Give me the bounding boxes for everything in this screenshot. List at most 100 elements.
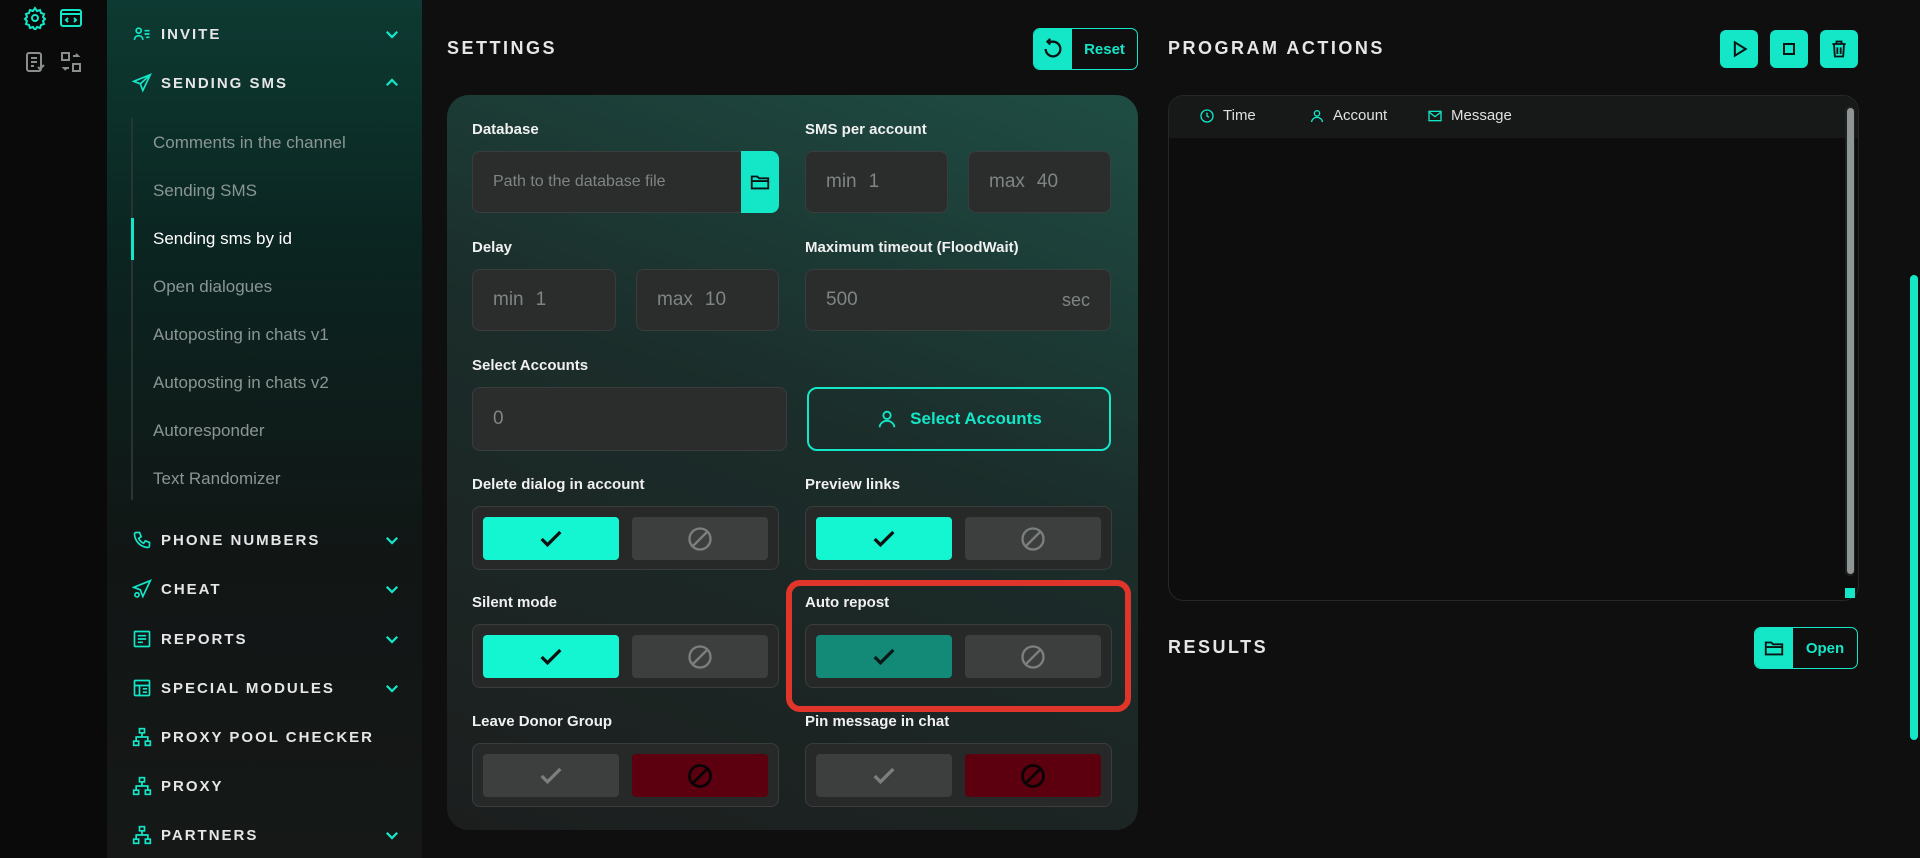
- open-results-label: Open: [1805, 639, 1845, 657]
- ban-icon: [1021, 526, 1045, 551]
- pin-message-off-button[interactable]: [965, 754, 1101, 797]
- sidebar-item-open-dialogues[interactable]: Open dialogues: [153, 273, 272, 301]
- checklist-icon[interactable]: [22, 49, 48, 75]
- play-icon: [1733, 40, 1748, 58]
- chevron-down-icon[interactable]: [383, 25, 401, 43]
- folder-icon: [1755, 628, 1793, 668]
- leave-donor-off-button[interactable]: [632, 754, 768, 797]
- sidebar-section-label: PHONE NUMBERS: [161, 531, 321, 549]
- sms-min-input[interactable]: min 1: [805, 151, 948, 213]
- sidebar-item-autoresponder[interactable]: Autoresponder: [153, 417, 265, 445]
- sidebar-section-cheat[interactable]: CHEAT: [131, 574, 401, 604]
- check-icon: [540, 767, 562, 784]
- column-time[interactable]: Time: [1199, 107, 1256, 124]
- sidebar-item-text-randomizer[interactable]: Text Randomizer: [153, 465, 281, 493]
- swap-icon[interactable]: [58, 49, 84, 75]
- network-icon: [131, 726, 153, 748]
- selected-accounts-value: 0: [493, 408, 504, 429]
- modules-icon: [131, 677, 153, 699]
- program-actions-log[interactable]: Time Account Message: [1168, 95, 1859, 601]
- preview-links-on-button[interactable]: [816, 517, 952, 560]
- sidebar-section-label: SENDING SMS: [161, 74, 289, 92]
- chevron-down-icon[interactable]: [383, 580, 401, 598]
- chevron-down-icon[interactable]: [383, 826, 401, 844]
- delete-dialog-toggle: [472, 506, 779, 570]
- delete-dialog-label: Delete dialog in account: [472, 476, 645, 493]
- user-icon: [1311, 109, 1323, 122]
- leave-donor-toggle: [472, 743, 779, 807]
- settings-gear-icon[interactable]: [22, 5, 48, 31]
- sidebar-item-comments-channel[interactable]: Comments in the channel: [153, 129, 346, 157]
- sidebar-section-label: CHEAT: [161, 580, 222, 598]
- program-actions-title: PROGRAM ACTIONS: [1168, 38, 1385, 58]
- database-label: Database: [472, 121, 539, 138]
- silent-mode-off-button[interactable]: [632, 635, 768, 678]
- sidebar-section-label: REPORTS: [161, 630, 248, 648]
- resize-handle[interactable]: [1845, 588, 1855, 598]
- code-window-icon[interactable]: [58, 5, 84, 31]
- sidebar-section-phone-numbers[interactable]: PHONE NUMBERS: [131, 525, 401, 555]
- paper-plane-icon: [131, 72, 153, 94]
- report-icon: [131, 628, 153, 650]
- stop-button[interactable]: [1770, 30, 1808, 68]
- clock-icon: [1200, 108, 1214, 123]
- leave-donor-on-button[interactable]: [483, 754, 619, 797]
- max-prefix: max: [657, 289, 693, 310]
- start-button[interactable]: [1720, 30, 1758, 68]
- pin-message-label: Pin message in chat: [805, 713, 950, 730]
- column-account[interactable]: Account: [1309, 107, 1387, 124]
- sidebar-section-sending-sms[interactable]: SENDING SMS: [131, 68, 401, 98]
- sidebar-item-autoposting-v1[interactable]: Autoposting in chats v1: [153, 321, 329, 349]
- log-table-header: Time Account Message: [1169, 96, 1858, 138]
- sidebar-section-proxy-pool-checker[interactable]: PROXY POOL CHECKER: [131, 722, 401, 752]
- column-message[interactable]: Message: [1427, 107, 1512, 124]
- preview-links-off-button[interactable]: [965, 517, 1101, 560]
- chevron-down-icon[interactable]: [383, 630, 401, 648]
- silent-mode-on-button[interactable]: [483, 635, 619, 678]
- max-timeout-input[interactable]: 500 sec: [805, 269, 1111, 331]
- max-timeout-value: 500: [826, 289, 858, 310]
- open-results-button[interactable]: Open: [1754, 627, 1858, 669]
- phone-icon: [131, 529, 153, 551]
- delay-min-input[interactable]: min 1: [472, 269, 616, 331]
- sidebar-section-proxy[interactable]: PROXY: [131, 771, 401, 801]
- column-time-label: Time: [1223, 107, 1256, 124]
- mail-icon: [1428, 110, 1442, 121]
- reset-button[interactable]: Reset: [1033, 28, 1138, 70]
- column-message-label: Message: [1451, 107, 1512, 124]
- plane-gear-icon: [131, 578, 153, 600]
- sidebar-item-sending-sms-by-id[interactable]: Sending sms by id: [153, 225, 292, 253]
- log-scrollbar-thumb[interactable]: [1847, 108, 1854, 574]
- chevron-up-icon[interactable]: [383, 74, 401, 92]
- min-prefix: min: [826, 171, 857, 192]
- sidebar: INVITE SENDING SMS Comments in the chann…: [107, 0, 422, 858]
- ban-icon: [688, 644, 712, 669]
- preview-links-label: Preview links: [805, 476, 901, 493]
- check-icon: [873, 767, 895, 784]
- sidebar-section-partners[interactable]: PARTNERS: [131, 820, 401, 850]
- chevron-down-icon[interactable]: [383, 679, 401, 697]
- select-accounts-button[interactable]: Select Accounts: [807, 387, 1111, 451]
- delete-dialog-on-button[interactable]: [483, 517, 619, 560]
- icon-rail: [0, 0, 107, 858]
- sidebar-section-special-modules[interactable]: SPECIAL MODULES: [131, 673, 401, 703]
- sidebar-item-sending-sms[interactable]: Sending SMS: [153, 177, 257, 205]
- delay-max-input[interactable]: max 10: [636, 269, 779, 331]
- max-timeout-label: Maximum timeout (FloodWait): [805, 239, 1019, 256]
- sidebar-section-reports[interactable]: REPORTS: [131, 624, 401, 654]
- pin-message-toggle: [805, 743, 1112, 807]
- database-path-input[interactable]: Path to the database file: [472, 151, 742, 213]
- chevron-down-icon[interactable]: [383, 531, 401, 549]
- selected-accounts-count: 0: [472, 387, 787, 451]
- browse-database-button[interactable]: [741, 151, 779, 213]
- page-scrollbar[interactable]: [1910, 275, 1918, 740]
- sidebar-item-autoposting-v2[interactable]: Autoposting in chats v2: [153, 369, 329, 397]
- leave-donor-label: Leave Donor Group: [472, 713, 613, 730]
- pin-message-on-button[interactable]: [816, 754, 952, 797]
- sms-max-input[interactable]: max 40: [968, 151, 1111, 213]
- preview-links-toggle: [805, 506, 1112, 570]
- delete-dialog-off-button[interactable]: [632, 517, 768, 560]
- clear-log-button[interactable]: [1820, 30, 1858, 68]
- sidebar-section-invite[interactable]: INVITE: [131, 19, 401, 49]
- silent-mode-toggle: [472, 624, 779, 688]
